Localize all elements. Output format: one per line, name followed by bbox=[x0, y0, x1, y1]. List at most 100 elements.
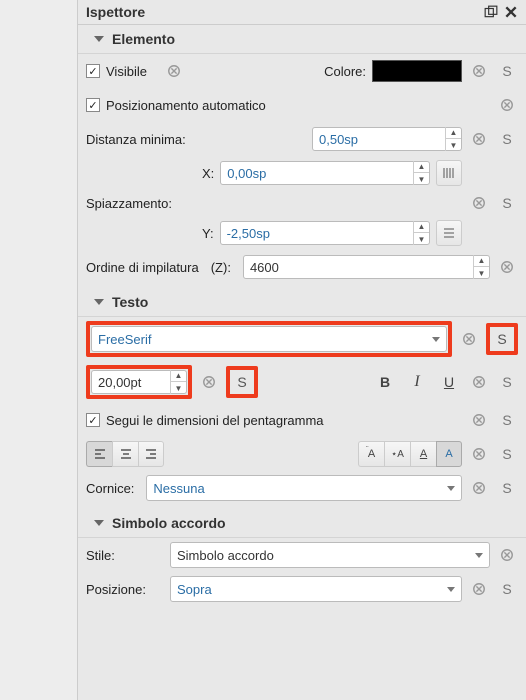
y-label: Y: bbox=[202, 226, 214, 241]
seguidim-reset-button[interactable] bbox=[468, 409, 490, 431]
inspector-panel: Ispettore Elemento ✓ Visibile bbox=[78, 0, 526, 700]
stile-dropdown[interactable]: Simbolo accordo bbox=[170, 542, 490, 568]
textstyle-reset-button[interactable] bbox=[468, 371, 490, 393]
distmin-down[interactable]: ▼ bbox=[446, 139, 461, 151]
offset-x-spinbox[interactable]: 0,00sp ▲▼ bbox=[220, 161, 430, 185]
font-value: FreeSerif bbox=[98, 332, 426, 347]
stile-reset-button[interactable] bbox=[496, 544, 518, 566]
spiazzamento-reset-button[interactable] bbox=[468, 192, 490, 214]
align-left-button[interactable] bbox=[86, 441, 112, 467]
seguidim-checkbox[interactable]: ✓ bbox=[86, 413, 100, 427]
align-reset-button[interactable] bbox=[468, 443, 490, 465]
textfx-2-button[interactable]: ⋆A bbox=[384, 441, 410, 467]
visible-checkbox[interactable]: ✓ bbox=[86, 64, 100, 78]
visible-reset-button[interactable] bbox=[163, 60, 185, 82]
z-down[interactable]: ▼ bbox=[474, 267, 489, 279]
inspector-header: Ispettore bbox=[78, 0, 526, 25]
fontsize-reset-button[interactable] bbox=[198, 371, 220, 393]
distmin-up[interactable]: ▲ bbox=[446, 127, 461, 139]
colore-swatch[interactable] bbox=[372, 60, 462, 82]
stile-value: Simbolo accordo bbox=[177, 548, 469, 563]
textfx-3-button[interactable]: A bbox=[410, 441, 436, 467]
align-center-button[interactable] bbox=[112, 441, 138, 467]
spiazzamento-label: Spiazzamento: bbox=[86, 196, 196, 211]
z-up[interactable]: ▲ bbox=[474, 255, 489, 267]
cornice-label: Cornice: bbox=[86, 481, 134, 496]
posizione-label: Posizione: bbox=[86, 582, 164, 597]
cornice-style-button[interactable]: S bbox=[496, 477, 518, 499]
posizione-reset-button[interactable] bbox=[468, 578, 490, 600]
colore-label: Colore: bbox=[324, 64, 366, 79]
snap-grid-button[interactable] bbox=[436, 160, 462, 186]
font-dropdown[interactable]: FreeSerif bbox=[91, 326, 447, 352]
distmin-style-button[interactable]: S bbox=[496, 128, 518, 150]
section-elemento-header[interactable]: Elemento bbox=[78, 25, 526, 54]
section-simbolo-title: Simbolo accordo bbox=[112, 515, 226, 531]
bold-button[interactable]: B bbox=[372, 369, 398, 395]
fontsize-up[interactable]: ▲ bbox=[171, 370, 186, 382]
distmin-reset-button[interactable] bbox=[468, 128, 490, 150]
offset-x-value: 0,00sp bbox=[221, 166, 283, 181]
x-label: X: bbox=[202, 166, 214, 181]
spiazzamento-style-button[interactable]: S bbox=[496, 192, 518, 214]
visible-label: Visibile bbox=[106, 64, 147, 79]
z-reset-button[interactable] bbox=[496, 256, 518, 278]
posauto-checkbox[interactable]: ✓ bbox=[86, 98, 100, 112]
seguidim-style-button[interactable]: S bbox=[496, 409, 518, 431]
chevron-down-icon bbox=[447, 587, 455, 592]
align-style-button[interactable]: S bbox=[496, 443, 518, 465]
cornice-reset-button[interactable] bbox=[468, 477, 490, 499]
detach-icon[interactable] bbox=[484, 5, 498, 19]
underline-button[interactable]: U bbox=[436, 369, 462, 395]
section-testo-header[interactable]: Testo bbox=[78, 288, 526, 317]
fontsize-style-button[interactable]: S bbox=[231, 371, 253, 393]
textfx-4-button[interactable]: A bbox=[436, 441, 462, 467]
font-reset-button[interactable] bbox=[458, 328, 480, 350]
chevron-down-icon bbox=[94, 36, 104, 42]
align-right-button[interactable] bbox=[138, 441, 164, 467]
colore-reset-button[interactable] bbox=[468, 60, 490, 82]
section-testo-title: Testo bbox=[112, 294, 148, 310]
distmin-value: 0,50sp bbox=[313, 132, 375, 147]
inspector-title: Ispettore bbox=[86, 4, 145, 20]
font-style-button[interactable]: S bbox=[491, 328, 513, 350]
section-simbolo-header[interactable]: Simbolo accordo bbox=[78, 509, 526, 538]
posizione-style-button[interactable]: S bbox=[496, 578, 518, 600]
chevron-down-icon bbox=[432, 337, 440, 342]
stile-label: Stile: bbox=[86, 548, 164, 563]
offset-x-up[interactable]: ▲ bbox=[414, 161, 429, 173]
chevron-down-icon bbox=[94, 299, 104, 305]
offset-x-down[interactable]: ▼ bbox=[414, 173, 429, 185]
z-spinbox[interactable]: 4600 ▲▼ bbox=[243, 255, 490, 279]
posauto-reset-button[interactable] bbox=[496, 94, 518, 116]
chevron-down-icon bbox=[94, 520, 104, 526]
textfx-1-button[interactable]: A¨ bbox=[358, 441, 384, 467]
posauto-label: Posizionamento automatico bbox=[106, 98, 266, 113]
offset-y-down[interactable]: ▼ bbox=[414, 233, 429, 245]
cornice-dropdown[interactable]: Nessuna bbox=[146, 475, 462, 501]
seguidim-label: Segui le dimensioni del pentagramma bbox=[106, 413, 324, 428]
offset-y-spinbox[interactable]: -2,50sp ▲▼ bbox=[220, 221, 430, 245]
left-gutter bbox=[0, 0, 78, 700]
offset-y-value: -2,50sp bbox=[221, 226, 283, 241]
fontsize-value: 20,00pt bbox=[92, 375, 154, 390]
posizione-value: Sopra bbox=[177, 582, 441, 597]
offset-y-up[interactable]: ▲ bbox=[414, 221, 429, 233]
posizione-dropdown[interactable]: Sopra bbox=[170, 576, 462, 602]
stack-label: Ordine di impilatura bbox=[86, 260, 199, 275]
italic-button[interactable]: I bbox=[404, 369, 430, 395]
cornice-value: Nessuna bbox=[153, 481, 441, 496]
textstyle-style-button[interactable]: S bbox=[496, 371, 518, 393]
fontsize-down[interactable]: ▼ bbox=[171, 382, 186, 394]
fontsize-spinbox[interactable]: 20,00pt ▲▼ bbox=[91, 370, 187, 394]
distmin-label: Distanza minima: bbox=[86, 132, 186, 147]
chevron-down-icon bbox=[447, 486, 455, 491]
distmin-spinbox[interactable]: 0,50sp ▲▼ bbox=[312, 127, 462, 151]
section-elemento-title: Elemento bbox=[112, 31, 175, 47]
close-icon[interactable] bbox=[504, 5, 518, 19]
chevron-down-icon bbox=[475, 553, 483, 558]
z-label: (Z): bbox=[211, 260, 231, 275]
z-value: 4600 bbox=[244, 260, 306, 275]
snap-lines-button[interactable] bbox=[436, 220, 462, 246]
colore-style-button[interactable]: S bbox=[496, 60, 518, 82]
